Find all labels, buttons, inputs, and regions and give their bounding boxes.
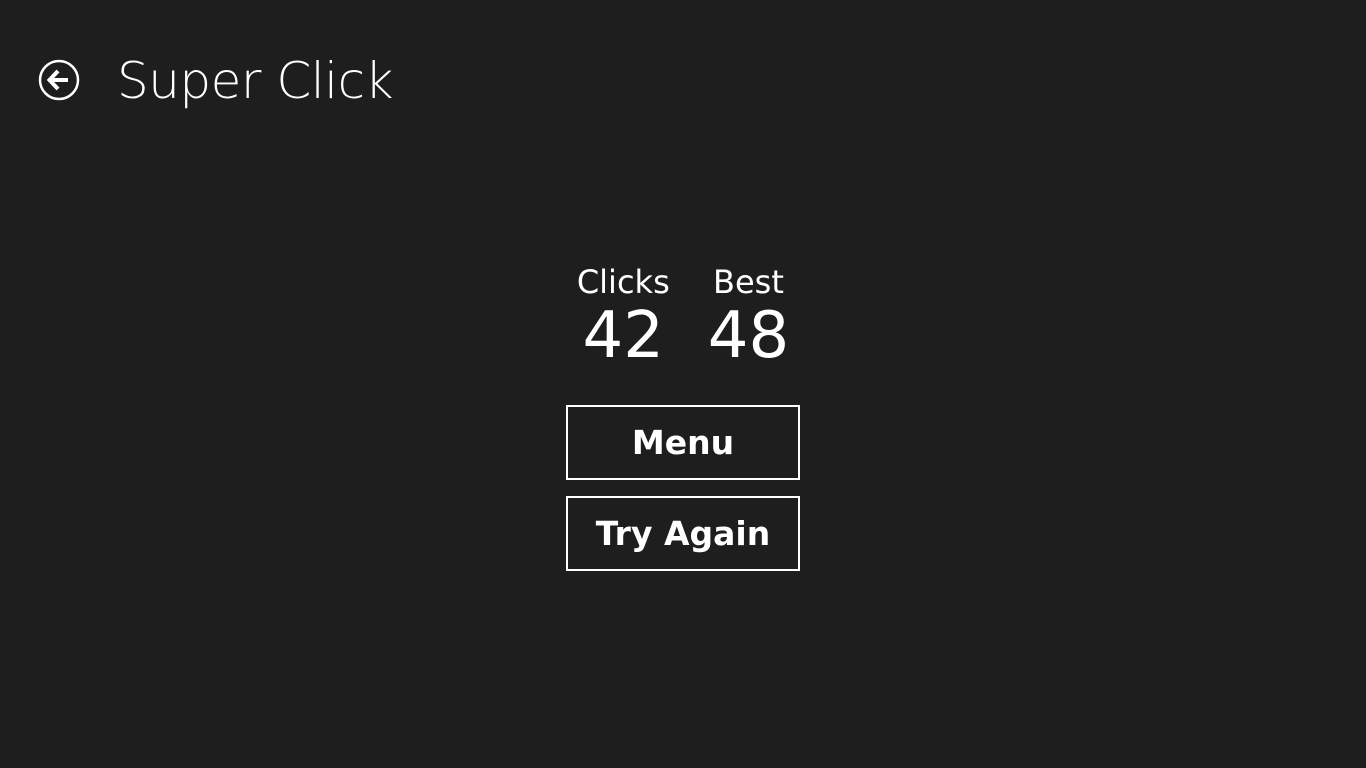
score-panel: Clicks 42 Best 48 <box>560 262 806 374</box>
back-button[interactable] <box>38 59 80 101</box>
menu-button[interactable]: Menu <box>566 405 800 480</box>
clicks-value: 42 <box>582 299 664 373</box>
try-again-button-label: Try Again <box>595 514 771 553</box>
best-label: Best <box>713 263 784 301</box>
best-value: 48 <box>707 299 790 373</box>
game-over-screen: Super Click Clicks 42 Best 48 Menu Try A… <box>0 0 1366 768</box>
best-score: Best 48 <box>708 262 789 374</box>
clicks-score: Clicks 42 <box>577 262 670 374</box>
try-again-button[interactable]: Try Again <box>566 496 800 571</box>
page-title: Super Click <box>117 52 394 110</box>
clicks-label: Clicks <box>576 263 670 301</box>
menu-button-label: Menu <box>631 423 735 462</box>
back-arrow-circle-icon <box>38 59 80 101</box>
